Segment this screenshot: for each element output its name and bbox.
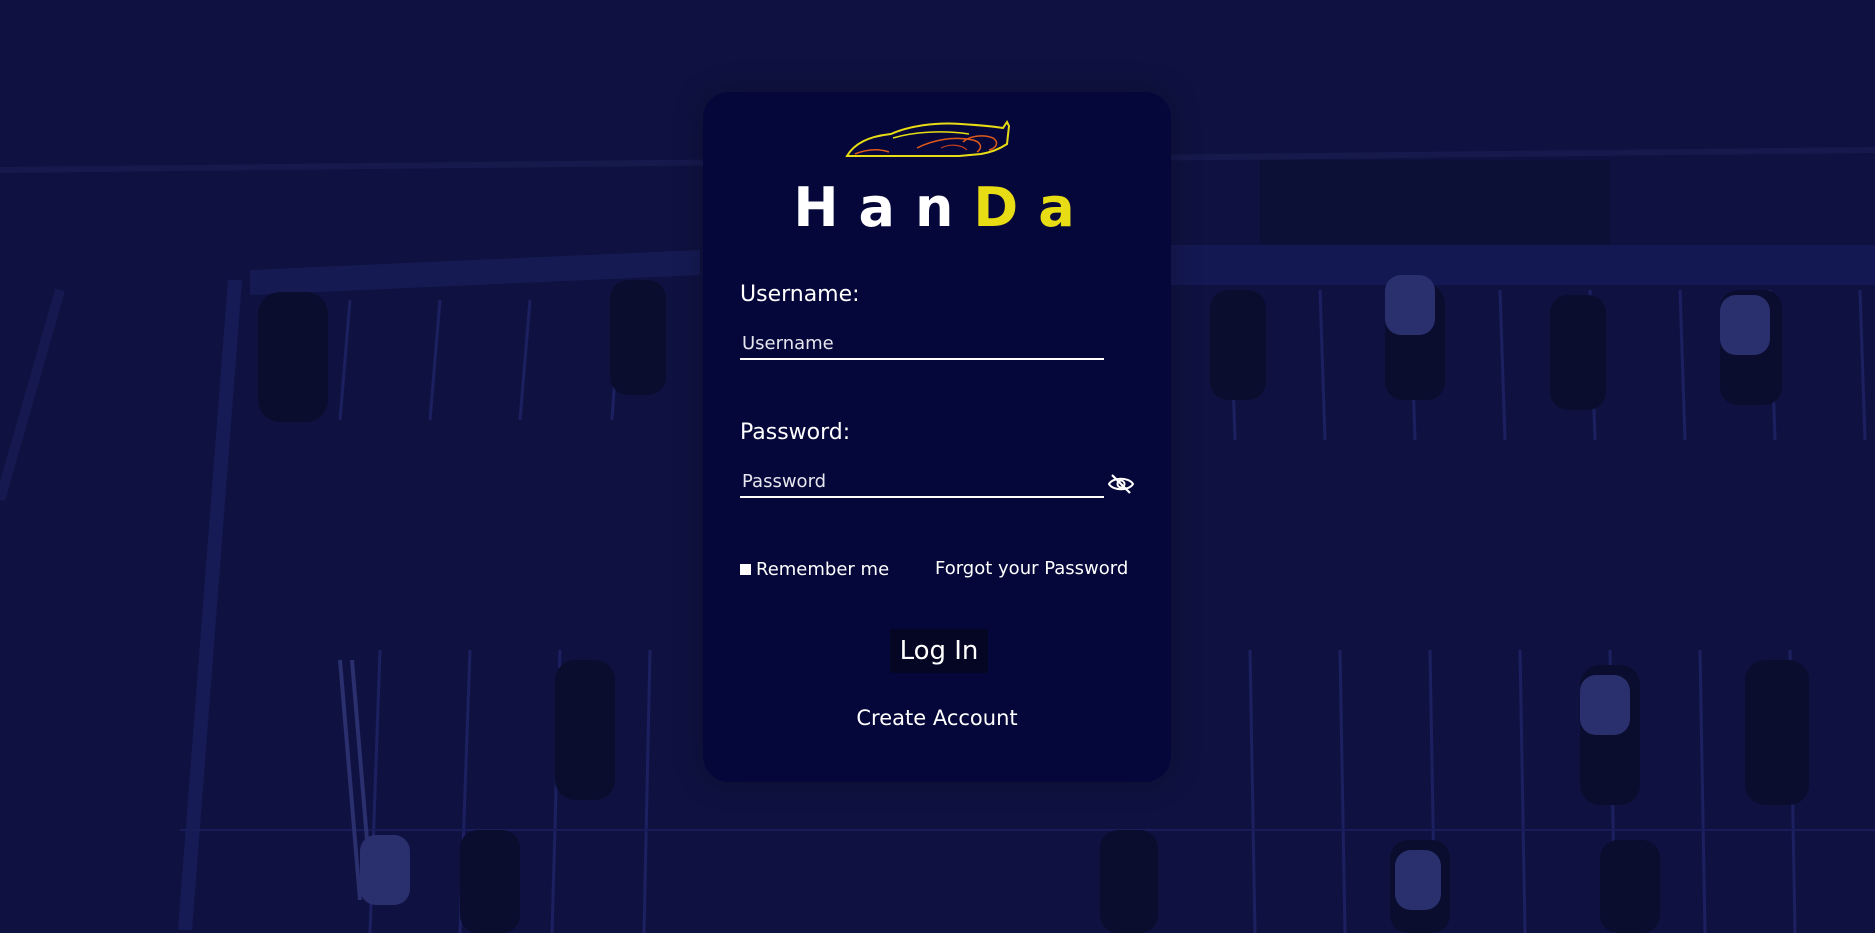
- brand-name-suffix: a: [1038, 176, 1095, 239]
- login-card: HanDa Username: Password: Remember me Fo…: [703, 92, 1171, 782]
- car-logo-icon: [845, 120, 1011, 157]
- eye-slash-icon[interactable]: [1107, 472, 1135, 496]
- forgot-password-link[interactable]: Forgot your Password: [935, 558, 1128, 579]
- brand-name: HanDa: [703, 178, 1171, 238]
- remember-me-checkbox[interactable]: Remember me: [740, 559, 889, 580]
- brand-name-accent: D: [973, 176, 1039, 239]
- create-account-link[interactable]: Create Account: [703, 706, 1171, 730]
- username-label: Username:: [740, 282, 860, 307]
- checkbox-icon[interactable]: [740, 564, 751, 575]
- username-input[interactable]: [740, 328, 1104, 360]
- password-label: Password:: [740, 420, 851, 445]
- login-button[interactable]: Log In: [890, 629, 988, 673]
- remember-me-label: Remember me: [756, 559, 890, 580]
- password-input[interactable]: [740, 466, 1104, 498]
- brand-name-main: Han: [793, 176, 974, 239]
